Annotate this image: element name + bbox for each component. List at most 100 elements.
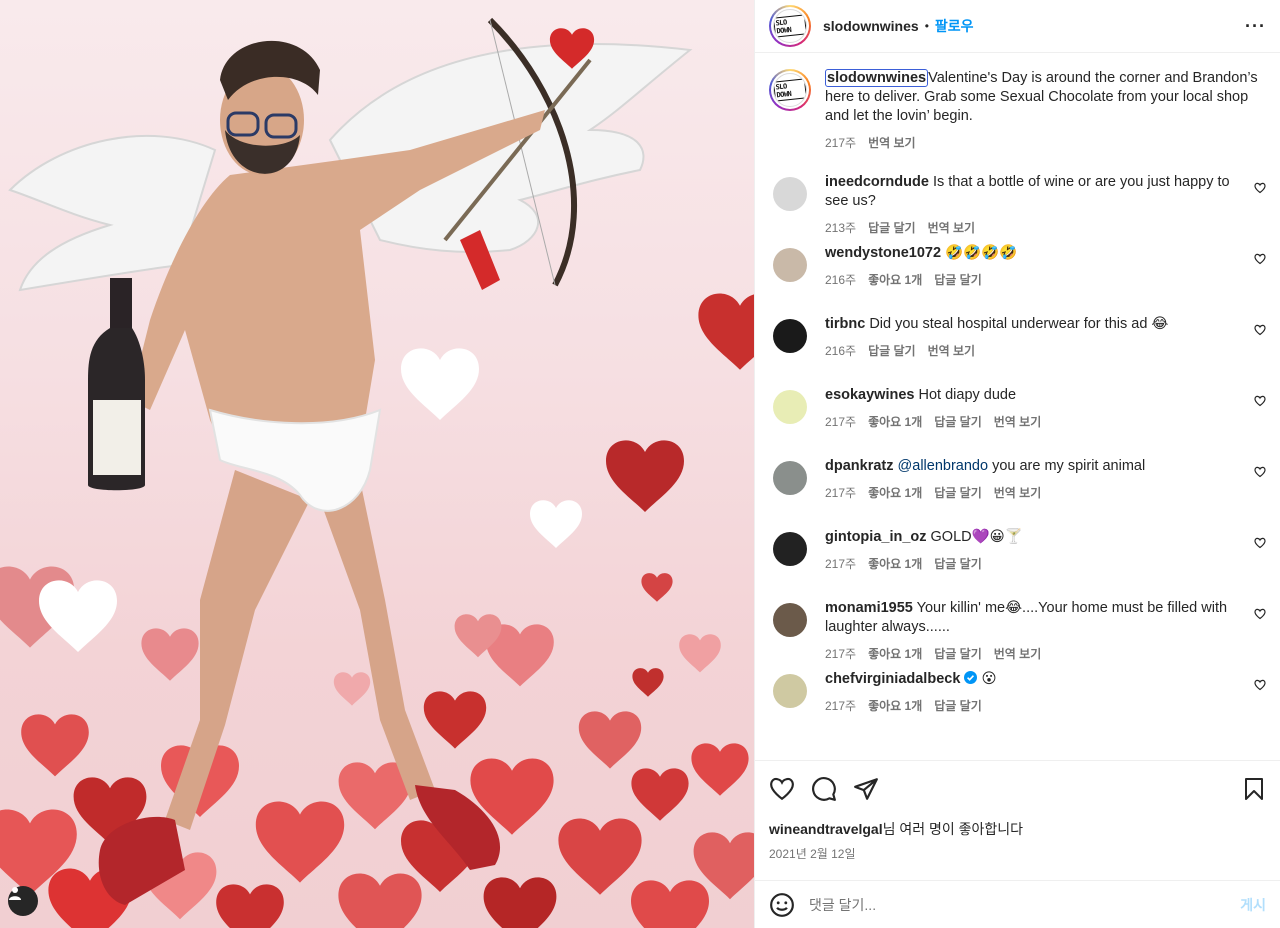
comment-row: wendystone1072 🤣🤣🤣🤣 216주 좋아요 1개 답글 달기 <box>769 244 1266 315</box>
comment-row: dpankratz @allenbrando you are my spirit… <box>769 457 1266 528</box>
commenter-username[interactable]: chefvirginiadalbeck <box>825 671 960 687</box>
comment-time[interactable]: 216주 <box>825 271 856 290</box>
likes-user[interactable]: wineandtravelgal <box>769 821 883 837</box>
reply-button[interactable]: 답글 달기 <box>934 697 982 716</box>
commenter-username[interactable]: dpankratz <box>825 458 894 474</box>
translate-button[interactable]: 번역 보기 <box>928 342 976 361</box>
reply-button[interactable]: 답글 달기 <box>868 219 916 238</box>
caption-username[interactable]: slodownwines <box>825 69 929 87</box>
commenter-avatar[interactable] <box>773 177 807 211</box>
comment-time[interactable]: 216주 <box>825 342 856 361</box>
comment-likes[interactable]: 좋아요 1개 <box>868 413 922 432</box>
wine-bottle <box>88 278 145 491</box>
cupid-photo-illustration <box>0 17 754 928</box>
reply-button[interactable]: 답글 달기 <box>934 271 982 290</box>
tag-user-icon[interactable] <box>8 886 38 916</box>
post-header: SLO DOWN slodownwines • 팔로우 ··· <box>755 0 1280 53</box>
more-options-icon[interactable]: ··· <box>1245 16 1266 37</box>
commenter-avatar[interactable] <box>773 461 807 495</box>
commenter-username[interactable]: monami1955 <box>825 600 913 616</box>
emoji-icon[interactable] <box>769 892 795 918</box>
comment-text: 🤣🤣🤣🤣 <box>945 245 1018 261</box>
post-viewer: SLO DOWN slodownwines • 팔로우 ··· SLO DOWN… <box>0 0 1280 928</box>
comment-icon[interactable] <box>811 776 837 802</box>
comment-time[interactable]: 217주 <box>825 645 856 664</box>
heart-icon[interactable] <box>1254 679 1266 691</box>
reply-button[interactable]: 답글 달기 <box>868 342 916 361</box>
comment-row: chefvirginiadalbeck 😮 217주 좋아요 1개 답글 달기 <box>769 670 1266 741</box>
account-avatar[interactable]: SLO DOWN <box>769 5 811 47</box>
add-comment-bar: 댓글 달기... 게시 <box>755 880 1280 928</box>
commenter-avatar[interactable] <box>773 390 807 424</box>
translate-button[interactable]: 번역 보기 <box>994 413 1042 432</box>
commenter-avatar[interactable] <box>773 319 807 353</box>
comment-likes[interactable]: 좋아요 1개 <box>868 484 922 503</box>
heart-icon[interactable] <box>769 776 795 802</box>
share-icon[interactable] <box>853 776 879 802</box>
comment-text: Hot diapy dude <box>918 387 1017 403</box>
likes-rest: 님 여러 명이 좋아합니다 <box>882 821 1024 837</box>
bookmark-icon[interactable] <box>1242 776 1266 802</box>
reply-button[interactable]: 답글 달기 <box>934 555 982 574</box>
translate-button[interactable]: 번역 보기 <box>994 645 1042 664</box>
commenter-avatar[interactable] <box>773 248 807 282</box>
commenter-avatar[interactable] <box>773 603 807 637</box>
commenter-username[interactable]: ineedcorndude <box>825 174 929 190</box>
post-button[interactable]: 게시 <box>1240 895 1266 915</box>
caption-avatar[interactable]: SLO DOWN <box>769 69 811 111</box>
translate-button[interactable]: 번역 보기 <box>994 484 1042 503</box>
comment-row: gintopia_in_oz GOLD💜😀🍸 217주 좋아요 1개 답글 달기 <box>769 528 1266 599</box>
translate-button[interactable]: 번역 보기 <box>928 219 976 238</box>
heart-icon[interactable] <box>1254 253 1266 265</box>
heart-icon[interactable] <box>1254 182 1266 194</box>
comment-time[interactable]: 217주 <box>825 413 856 432</box>
caption: SLO DOWN slodownwines Valentine's Day is … <box>769 69 1266 153</box>
heart-icon[interactable] <box>1254 324 1266 336</box>
separator-dot: • <box>924 19 929 33</box>
reply-button[interactable]: 답글 달기 <box>934 413 982 432</box>
comment-time[interactable]: 217주 <box>825 484 856 503</box>
comments-list[interactable]: SLO DOWN slodownwines Valentine's Day is … <box>755 53 1280 760</box>
heart-icon[interactable] <box>1254 395 1266 407</box>
post-image[interactable] <box>0 0 754 928</box>
heart-icon[interactable] <box>1254 537 1266 549</box>
comment-time[interactable]: 217주 <box>825 555 856 574</box>
comment-likes[interactable]: 좋아요 1개 <box>868 697 922 716</box>
follow-button[interactable]: 팔로우 <box>935 16 974 36</box>
logo-text: SLO DOWN <box>774 78 806 102</box>
comment-text: Did you steal hospital underwear for thi… <box>869 316 1169 332</box>
commenter-username[interactable]: wendystone1072 <box>825 245 941 261</box>
action-bar: wineandtravelgal님 여러 명이 좋아합니다 2021년 2월 1… <box>755 760 1280 880</box>
comment-row: monami1955 Your killin' me😂....Your home… <box>769 599 1266 670</box>
comment-text: GOLD💜😀🍸 <box>930 529 1023 545</box>
reply-button[interactable]: 답글 달기 <box>934 484 982 503</box>
comment-row: esokaywines Hot diapy dude 217주 좋아요 1개 답글 달… <box>769 386 1266 457</box>
commenter-username[interactable]: esokaywines <box>825 387 914 403</box>
caption-time[interactable]: 217주 <box>825 134 856 153</box>
comment-time[interactable]: 213주 <box>825 219 856 238</box>
translate-button[interactable]: 번역 보기 <box>868 134 916 153</box>
comment-likes[interactable]: 좋아요 1개 <box>868 645 922 664</box>
comment-time[interactable]: 217주 <box>825 697 856 716</box>
comment-text: you are my spirit animal <box>992 458 1146 474</box>
logo-text: SLO DOWN <box>774 14 806 38</box>
commenter-avatar[interactable] <box>773 674 807 708</box>
comment-likes[interactable]: 좋아요 1개 <box>868 271 922 290</box>
comment-text: 😮 <box>981 671 997 687</box>
heart-icon[interactable] <box>1254 608 1266 620</box>
reply-button[interactable]: 답글 달기 <box>934 645 982 664</box>
commenter-avatar[interactable] <box>773 532 807 566</box>
likes-summary: wineandtravelgal님 여러 명이 좋아합니다 <box>769 819 1266 839</box>
account-username[interactable]: slodownwines <box>823 18 919 34</box>
commenter-username[interactable]: tirbnc <box>825 316 865 332</box>
commenter-username[interactable]: gintopia_in_oz <box>825 529 927 545</box>
comment-mention[interactable]: @allenbrando <box>898 458 989 474</box>
heart-icon[interactable] <box>1254 466 1266 478</box>
comment-row: tirbnc Did you steal hospital underwear … <box>769 315 1266 386</box>
verified-badge-icon <box>964 671 978 684</box>
comment-row: ineedcorndude Is that a bottle of wine o… <box>769 173 1266 244</box>
post-date[interactable]: 2021년 2월 12일 <box>769 845 1266 862</box>
comment-input[interactable]: 댓글 달기... <box>809 895 876 915</box>
post-sidebar: SLO DOWN slodownwines • 팔로우 ··· SLO DOWN… <box>754 0 1280 928</box>
comment-likes[interactable]: 좋아요 1개 <box>868 555 922 574</box>
